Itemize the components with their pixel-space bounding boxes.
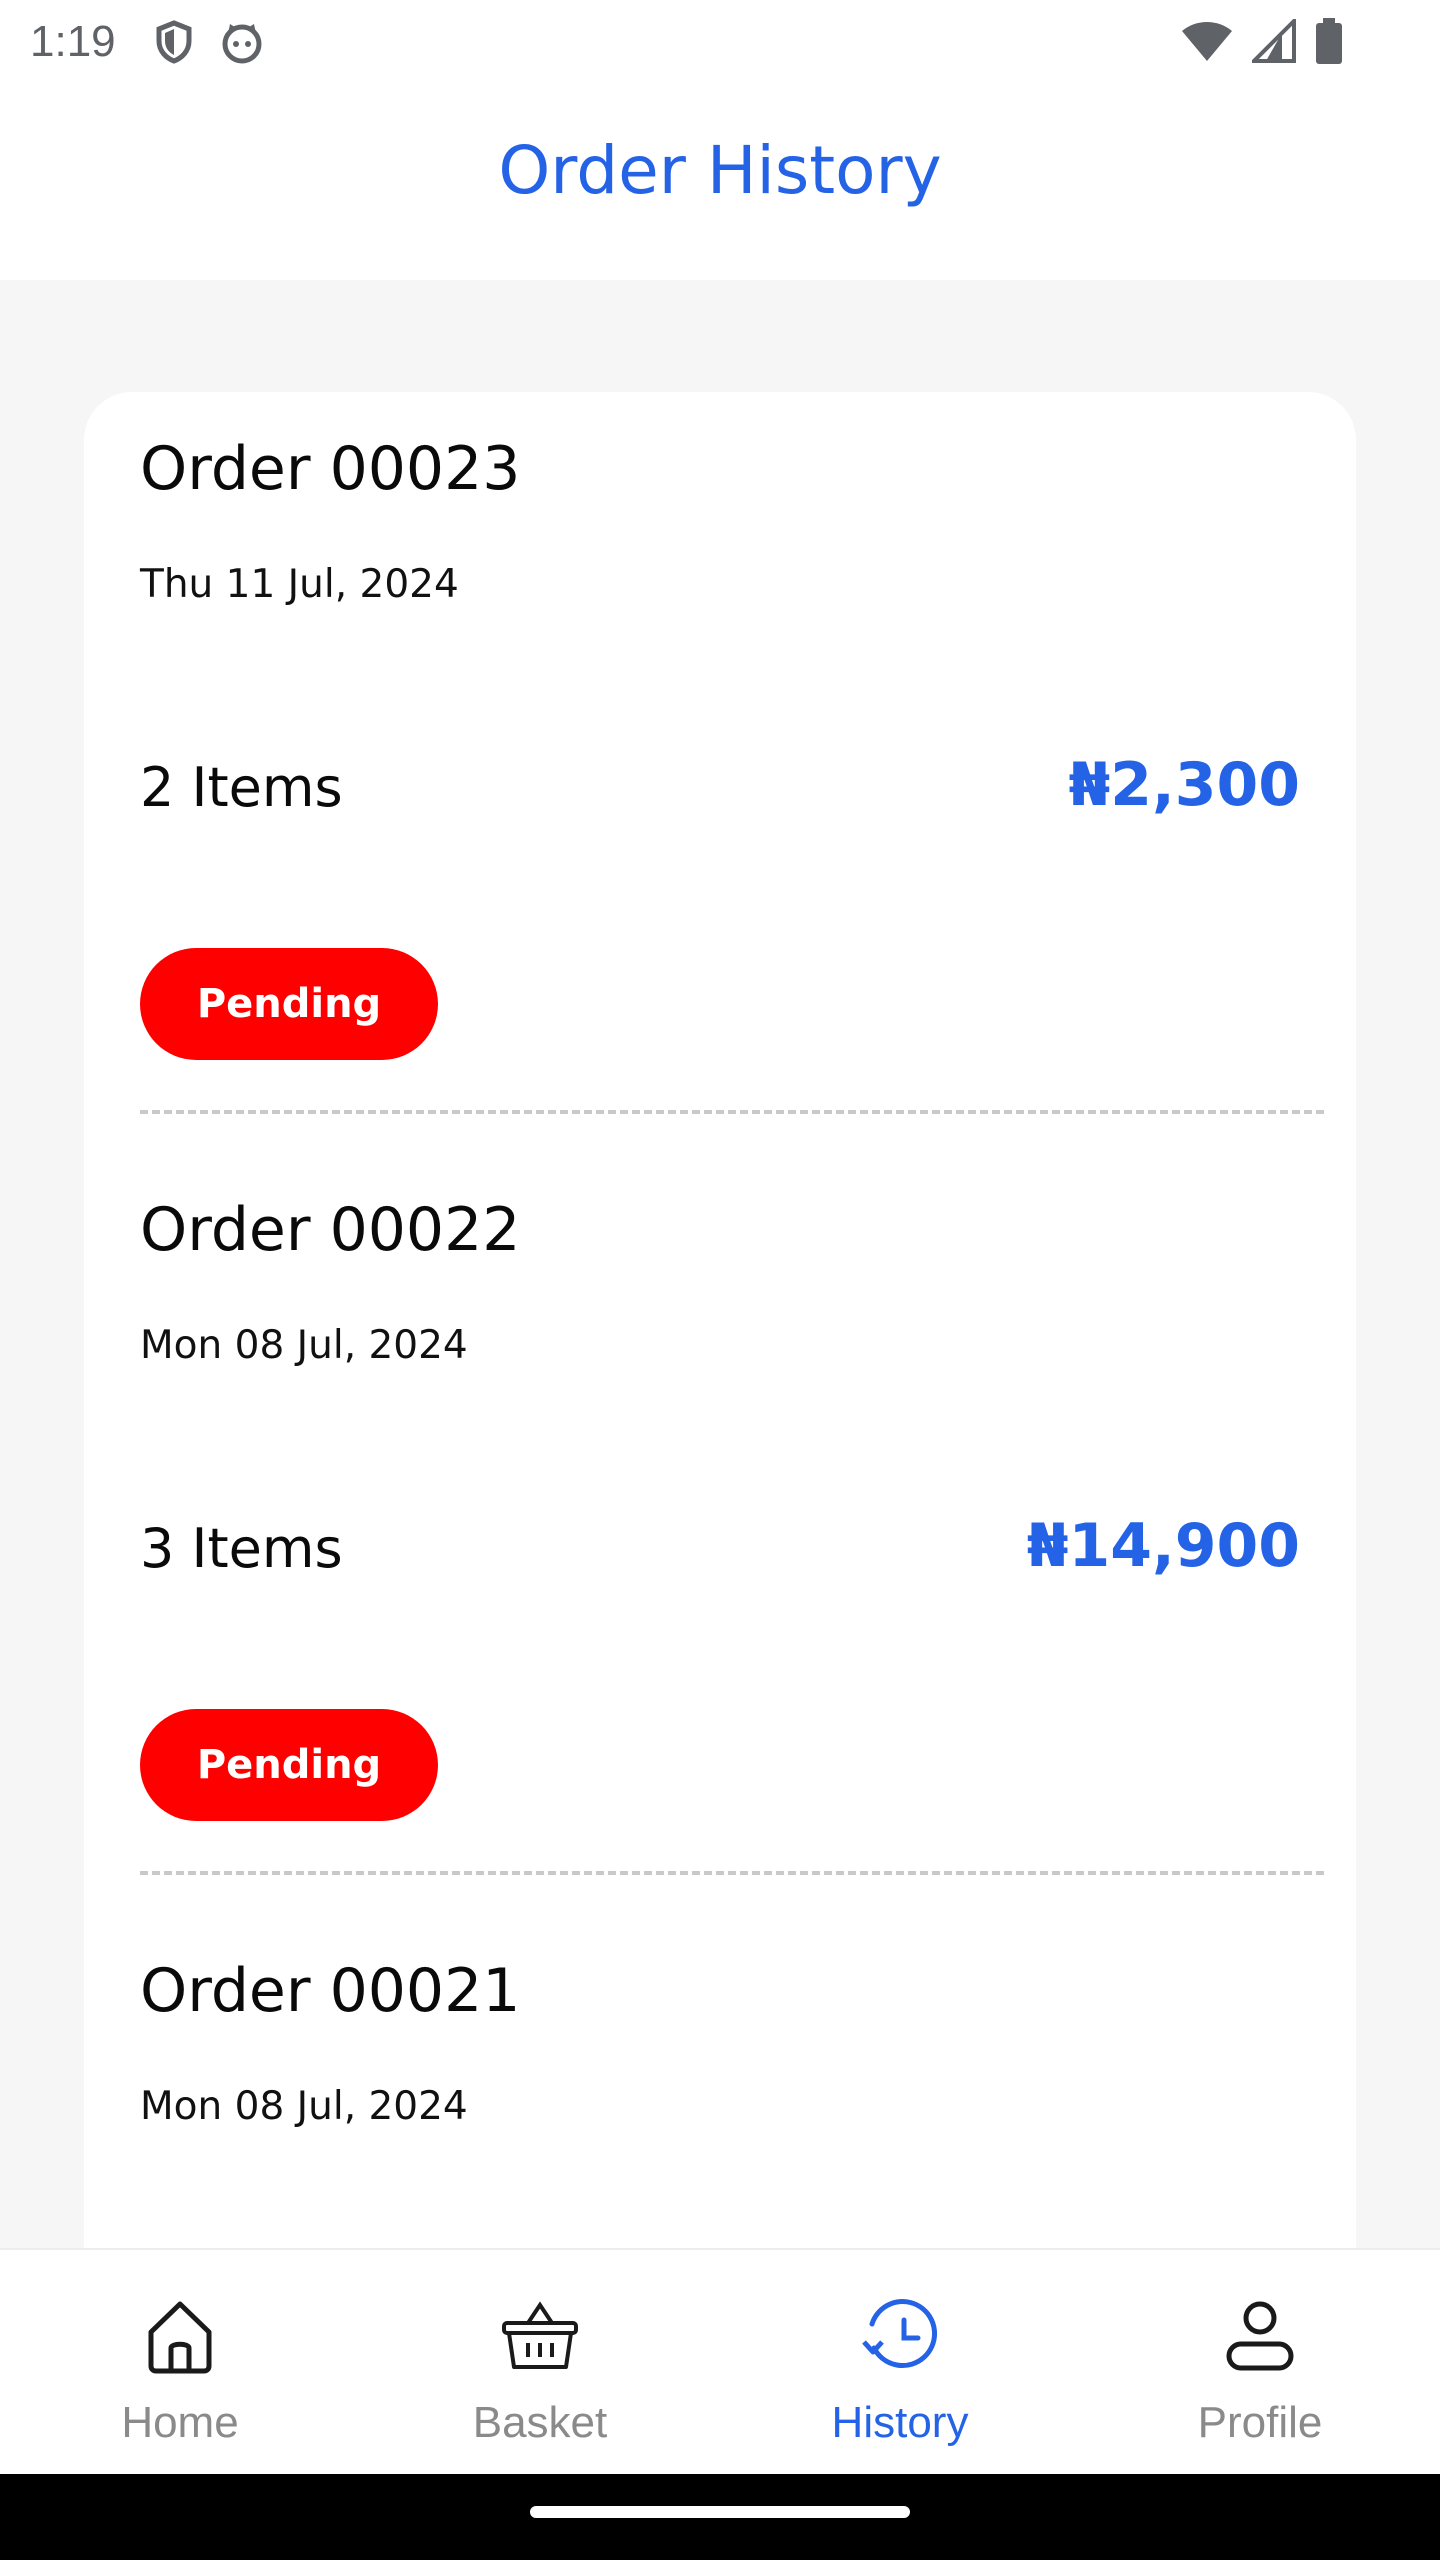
nav-item-history[interactable]: History [720, 2250, 1080, 2476]
nav-label: Profile [1197, 2398, 1323, 2447]
order-title: Order 00023 [140, 434, 521, 504]
order-date: Thu 11 Jul, 2024 [140, 562, 459, 607]
status-bar: 1:19 [0, 0, 1440, 84]
order-total-price: ₦2,300 [1068, 750, 1300, 820]
order-item[interactable]: Order 00021 Mon 08 Jul, 2024 [84, 1914, 1356, 2248]
nav-item-basket[interactable]: Basket [360, 2250, 720, 2476]
home-gesture-handle[interactable] [530, 2506, 910, 2518]
basket-icon [500, 2296, 580, 2376]
history-icon [860, 2296, 940, 2376]
system-navigation-bar [0, 2474, 1440, 2560]
status-right-icons [1180, 16, 1344, 68]
nav-label: Home [121, 2398, 239, 2447]
order-item[interactable]: Order 00022 Mon 08 Jul, 2024 3 Items ₦14… [84, 1153, 1356, 1914]
nav-label: History [831, 2398, 969, 2447]
order-title: Order 00022 [140, 1195, 521, 1265]
shield-icon [154, 20, 194, 64]
status-badge: Pending [140, 1709, 438, 1821]
app-header: Order History [0, 84, 1440, 280]
nav-item-profile[interactable]: Profile [1080, 2250, 1440, 2476]
order-date: Mon 08 Jul, 2024 [140, 2084, 468, 2129]
nav-label: Basket [472, 2398, 608, 2447]
wifi-icon [1180, 19, 1234, 67]
dashed-divider [140, 1110, 1324, 1114]
dashed-divider [140, 1871, 1324, 1875]
cat-face-icon [220, 20, 264, 64]
page-title: Order History [498, 131, 942, 209]
order-total-price: ₦14,900 [1026, 1511, 1300, 1581]
battery-icon [1314, 18, 1344, 68]
signal-icon [1249, 16, 1296, 67]
nav-item-home[interactable]: Home [0, 2250, 360, 2476]
order-date: Mon 08 Jul, 2024 [140, 1323, 468, 1368]
order-list-card: Order 00023 Thu 11 Jul, 2024 2 Items ₦2,… [84, 392, 1356, 2248]
order-item-count: 3 Items [140, 1517, 343, 1580]
status-badge: Pending [140, 948, 438, 1060]
order-title: Order 00021 [140, 1956, 521, 2026]
profile-icon [1220, 2296, 1300, 2376]
order-item[interactable]: Order 00023 Thu 11 Jul, 2024 2 Items ₦2,… [84, 392, 1356, 1153]
order-item-count: 2 Items [140, 756, 343, 819]
bottom-navigation: Home Basket History Profile [0, 2248, 1440, 2474]
status-time: 1:19 [30, 17, 116, 66]
home-icon [140, 2296, 220, 2376]
